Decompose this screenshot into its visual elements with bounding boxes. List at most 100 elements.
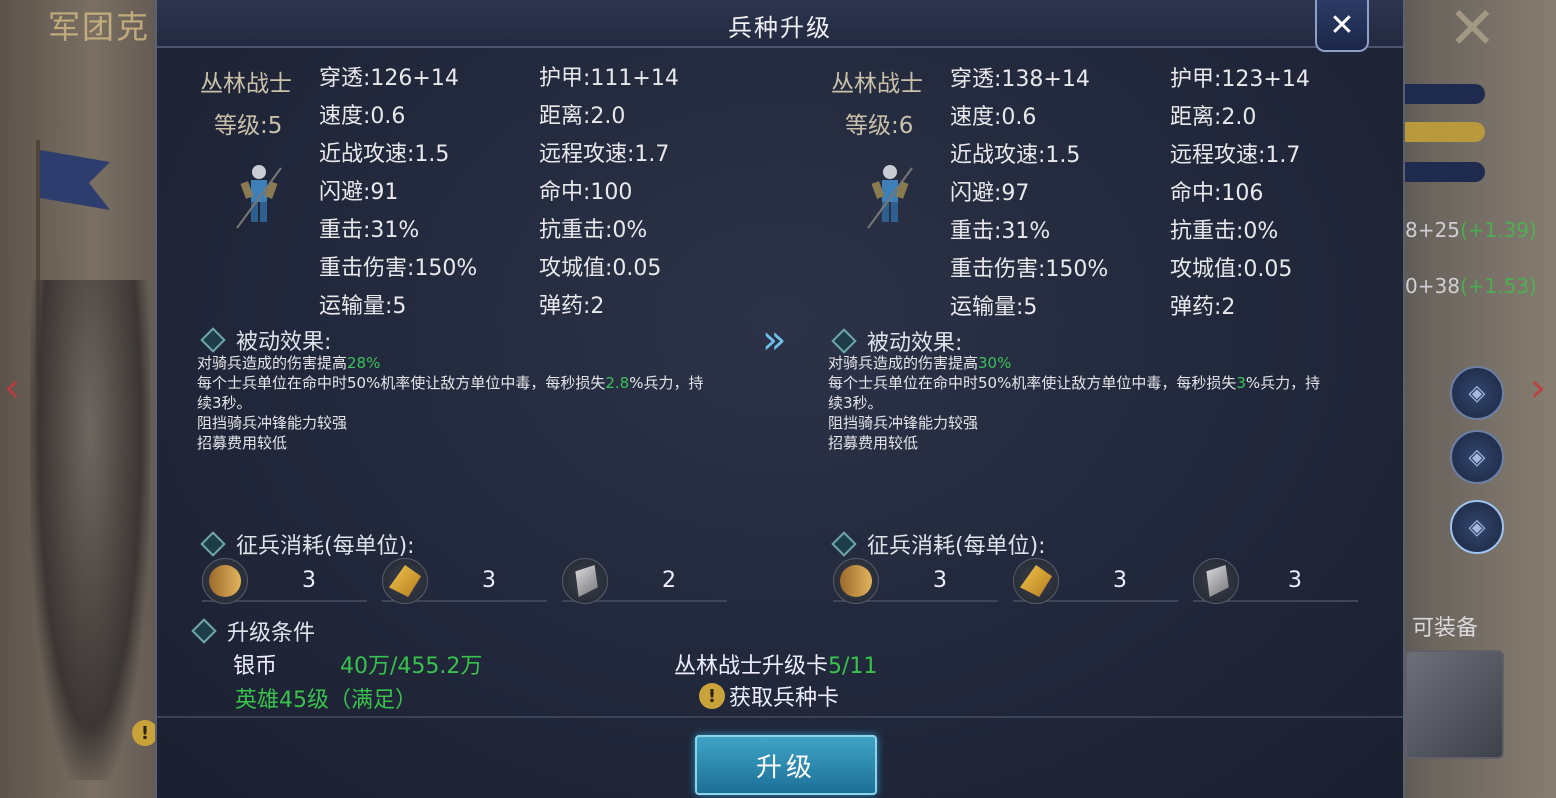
knight-figure	[30, 280, 150, 780]
iron-icon	[1193, 558, 1239, 604]
dialog-header: 兵种升级	[157, 0, 1403, 48]
cost-item-wood: 3	[833, 558, 998, 604]
passive-line-4: 阻挡骑兵冲锋能力较强	[828, 414, 979, 432]
cost-title: 征兵消耗(每单位):	[236, 534, 415, 559]
passive-title: 被动效果:	[236, 330, 332, 355]
stat-speed: 速度:0.6	[319, 104, 406, 129]
side-skill-icon-1[interactable]: ◈	[1450, 366, 1504, 420]
cost-value: 3	[1288, 568, 1302, 593]
get-unit-card-link[interactable]: ! 获取兵种卡	[699, 680, 839, 712]
next-arrow-icon[interactable]: ›	[1530, 365, 1546, 411]
side-label-equipable: 可装备	[1412, 616, 1479, 641]
upgrade-conditions-title: 升级条件	[227, 621, 316, 646]
passive-line-5: 招募费用较低	[828, 434, 919, 452]
stat-melee-speed: 近战攻速:1.5	[319, 142, 450, 167]
stat-hit: 命中:100	[539, 180, 633, 205]
stat-ranged-speed: 远程攻速:1.7	[1170, 143, 1301, 168]
diamond-icon	[200, 327, 226, 353]
stat-crit-resist: 抗重击:0%	[1170, 219, 1279, 244]
iron-icon	[562, 558, 608, 604]
cost-heading: 征兵消耗(每单位):	[200, 528, 415, 560]
stat-crit: 重击:31%	[319, 218, 420, 243]
alert-icon: !	[699, 683, 725, 709]
diamond-icon	[191, 618, 217, 644]
passive-line-2: 每个士兵单位在命中时50%机率使让敌方单位中毒，每秒损失2.8%兵力，持	[197, 374, 704, 392]
passive-heading: 被动效果:	[200, 324, 332, 356]
unit-name: 丛林战士	[831, 71, 923, 97]
diamond-icon	[831, 328, 857, 354]
side-stat-2: 0+38(+1.53)	[1405, 274, 1537, 298]
cost-value: 3	[933, 568, 947, 593]
close-button[interactable]: ✕	[1315, 0, 1369, 52]
diamond-icon	[831, 531, 857, 557]
stat-armor: 护甲:123+14	[1170, 67, 1310, 92]
unit-level: 等级:6	[845, 113, 914, 139]
background-close-icon[interactable]: ✕	[1448, 0, 1497, 62]
cost-item-wheat: 3	[382, 558, 547, 604]
next-level-panel: 丛林战士 等级:6 穿透:138+14 速度:0.6 近战攻速:1.5 闪避:9…	[788, 46, 1403, 666]
stat-penetration: 穿透:126+14	[319, 66, 459, 91]
side-bar-2	[1405, 122, 1485, 142]
stat-melee-speed: 近战攻速:1.5	[950, 143, 1081, 168]
prev-arrow-icon[interactable]: ‹	[4, 365, 20, 411]
stat-dodge: 闪避:91	[319, 180, 399, 205]
stat-penetration: 穿透:138+14	[950, 67, 1090, 92]
stat-range: 距离:2.0	[539, 104, 626, 129]
stat-range: 距离:2.0	[1170, 105, 1257, 130]
unit-level: 等级:5	[214, 113, 283, 139]
side-bar-1	[1405, 84, 1485, 104]
cost-value: 3	[1113, 568, 1127, 593]
cost-value: 2	[662, 568, 676, 593]
wood-icon	[833, 558, 879, 604]
stat-ranged-speed: 远程攻速:1.7	[539, 142, 670, 167]
cost-item-wood: 3	[202, 558, 367, 604]
passive-description: 对骑兵造成的伤害提高28% 每个士兵单位在命中时50%机率使让敌方单位中毒，每秒…	[197, 353, 757, 453]
stat-crit-damage: 重击伤害:150%	[950, 257, 1109, 282]
stat-ammo: 弹药:2	[539, 294, 605, 319]
stat-crit: 重击:31%	[950, 219, 1051, 244]
silver-label: 银币	[233, 654, 278, 679]
passive-line-2: 每个士兵单位在命中时50%机率使让敌方单位中毒，每秒损失3%兵力，持	[828, 374, 1321, 392]
side-skill-icon-3[interactable]: ◈	[1450, 500, 1504, 554]
dialog-title: 兵种升级	[728, 14, 832, 42]
stat-transport: 运输量:5	[319, 294, 407, 319]
stat-crit-damage: 重击伤害:150%	[319, 256, 478, 281]
cost-heading: 征兵消耗(每单位):	[831, 528, 1046, 560]
stat-ammo: 弹药:2	[1170, 295, 1236, 320]
stat-dodge: 闪避:97	[950, 181, 1030, 206]
wheat-icon	[382, 558, 428, 604]
cost-item-iron: 2	[562, 558, 727, 604]
unit-upgrade-dialog: 兵种升级 ✕ 丛林战士 等级:5 穿透:126+14 速度:0.6 近战攻速:1…	[155, 0, 1405, 798]
passive-line-3: 续3秒。	[828, 394, 883, 412]
passive-line-5: 招募费用较低	[197, 434, 288, 452]
unit-name: 丛林战士	[200, 71, 292, 97]
stat-siege: 攻城值:0.05	[1170, 257, 1293, 282]
stat-armor: 护甲:111+14	[539, 66, 679, 91]
get-card-label: 获取兵种卡	[729, 686, 840, 711]
jungle-warrior-sprite	[867, 165, 913, 229]
jungle-warrior-sprite	[236, 165, 282, 229]
stat-transport: 运输量:5	[950, 295, 1038, 320]
current-level-panel: 丛林战士 等级:5 穿透:126+14 速度:0.6 近战攻速:1.5 闪避:9…	[157, 46, 772, 666]
cost-item-wheat: 3	[1013, 558, 1178, 604]
cost-value: 3	[482, 568, 496, 593]
passive-description: 对骑兵造成的伤害提高30% 每个士兵单位在命中时50%机率使让敌方单位中毒，每秒…	[828, 353, 1388, 453]
stat-siege: 攻城值:0.05	[539, 256, 662, 281]
equipment-slot[interactable]	[1405, 650, 1504, 759]
upgrade-conditions-heading: 升级条件	[191, 615, 316, 647]
side-stat-1: 8+25(+1.39)	[1405, 218, 1537, 242]
cost-value: 3	[302, 568, 316, 593]
bottom-divider	[157, 716, 1403, 718]
upgrade-card-count: 丛林战士升级卡5/11	[674, 654, 878, 679]
wheat-icon	[1013, 558, 1059, 604]
upgrade-button[interactable]: 升级	[695, 735, 877, 795]
passive-line-1: 对骑兵造成的伤害提高28%	[197, 354, 381, 372]
passive-line-3: 续3秒。	[197, 394, 252, 412]
background-title: 军团克	[48, 8, 151, 46]
passive-line-1: 对骑兵造成的伤害提高30%	[828, 354, 1012, 372]
side-skill-icon-2[interactable]: ◈	[1450, 430, 1504, 484]
cost-item-iron: 3	[1193, 558, 1358, 604]
diamond-icon	[200, 531, 226, 557]
stat-crit-resist: 抗重击:0%	[539, 218, 648, 243]
cost-title: 征兵消耗(每单位):	[867, 534, 1046, 559]
